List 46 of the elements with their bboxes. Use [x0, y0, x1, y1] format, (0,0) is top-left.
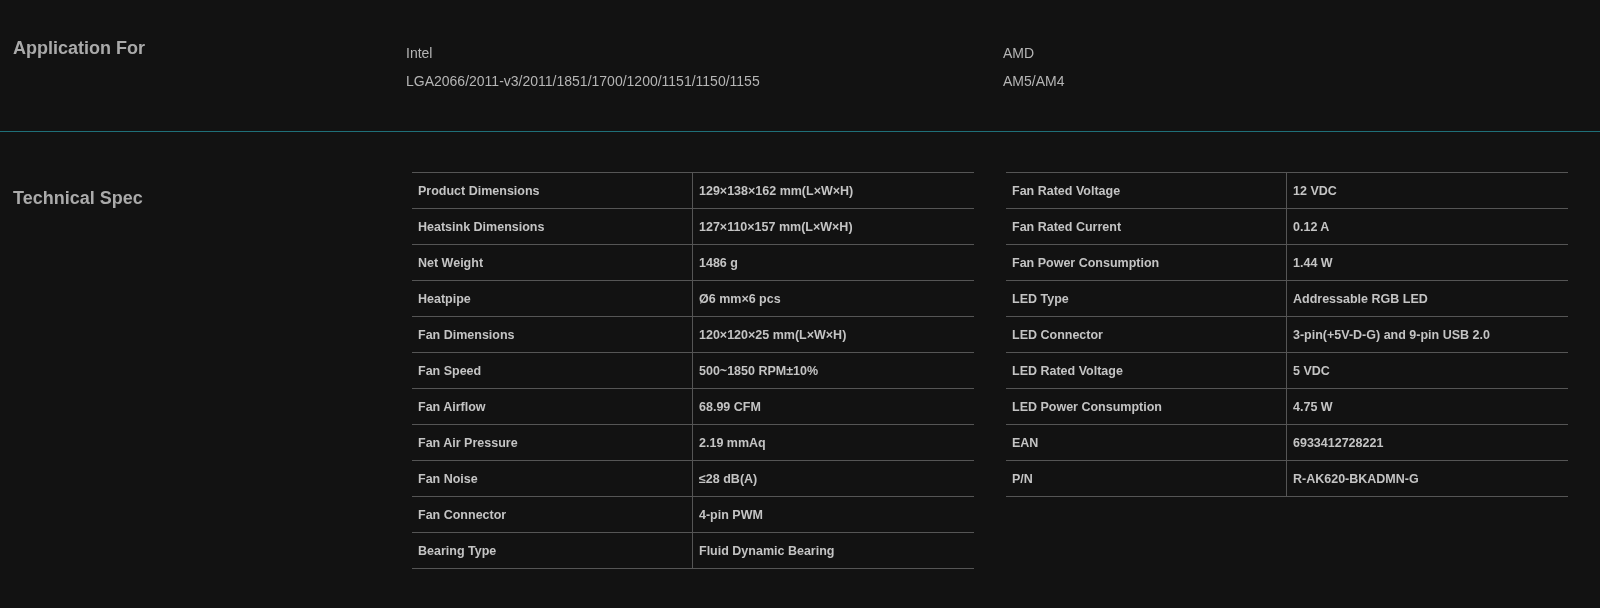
- spec-label: Fan Rated Voltage: [1006, 172, 1287, 209]
- spec-label: LED Rated Voltage: [1006, 352, 1287, 389]
- spec-label: LED Power Consumption: [1006, 388, 1287, 425]
- spec-value: R-AK620-BKADMN-G: [1286, 460, 1568, 497]
- spec-value: 5 VDC: [1286, 352, 1568, 389]
- socket-list: AM5/AM4: [1003, 73, 1600, 89]
- spec-value: 500~1850 RPM±10%: [692, 352, 974, 389]
- spec-label: EAN: [1006, 424, 1287, 461]
- spec-label: Fan Dimensions: [412, 316, 693, 353]
- spec-value: 68.99 CFM: [692, 388, 974, 425]
- spec-value: 4.75 W: [1286, 388, 1568, 425]
- spec-value: 129×138×162 mm(L×W×H): [692, 172, 974, 209]
- spec-value: ≤28 dB(A): [692, 460, 974, 497]
- spec-label: Fan Power Consumption: [1006, 244, 1287, 281]
- spec-label: LED Type: [1006, 280, 1287, 317]
- spec-value: Fluid Dynamic Bearing: [692, 532, 974, 569]
- section-heading: Application For: [13, 38, 146, 60]
- spec-label: P/N: [1006, 460, 1287, 497]
- spec-value: 6933412728221: [1286, 424, 1568, 461]
- spec-value: 2.19 mmAq: [692, 424, 974, 461]
- spec-label: Fan Airflow: [412, 388, 693, 425]
- spec-label: Product Dimensions: [412, 172, 693, 209]
- platform-name: Intel: [406, 45, 434, 61]
- spec-value: 1486 g: [692, 244, 974, 281]
- platform-name: AMD: [1003, 45, 1036, 61]
- spec-label: Heatpipe: [412, 280, 693, 317]
- spec-label: Net Weight: [412, 244, 693, 281]
- spec-value: Ø6 mm×6 pcs: [692, 280, 974, 317]
- socket-list: LGA2066/2011-v3/2011/1851/1700/1200/1151/1150/1155: [406, 73, 1003, 89]
- spec-label: Fan Rated Current: [1006, 208, 1287, 245]
- section-heading: Technical Spec: [13, 187, 144, 210]
- spec-value: Addressable RGB LED: [1286, 280, 1568, 317]
- spec-label: Fan Air Pressure: [412, 424, 693, 461]
- spec-value: 4-pin PWM: [692, 496, 974, 533]
- spec-label: Fan Connector: [412, 496, 693, 533]
- spec-value: 120×120×25 mm(L×W×H): [692, 316, 974, 353]
- spec-value: 0.12 A: [1286, 208, 1568, 245]
- spec-label: Bearing Type: [412, 532, 693, 569]
- spec-label: LED Connector: [1006, 316, 1287, 353]
- spec-value: 1.44 W: [1286, 244, 1568, 281]
- spec-value: 12 VDC: [1286, 172, 1568, 209]
- spec-label: Fan Noise: [412, 460, 693, 497]
- spec-value: 127×110×157 mm(L×W×H): [692, 208, 974, 245]
- spec-label: Fan Speed: [412, 352, 693, 389]
- spec-value: 3-pin(+5V-D-G) and 9-pin USB 2.0: [1286, 316, 1568, 353]
- spec-label: Heatsink Dimensions: [412, 208, 693, 245]
